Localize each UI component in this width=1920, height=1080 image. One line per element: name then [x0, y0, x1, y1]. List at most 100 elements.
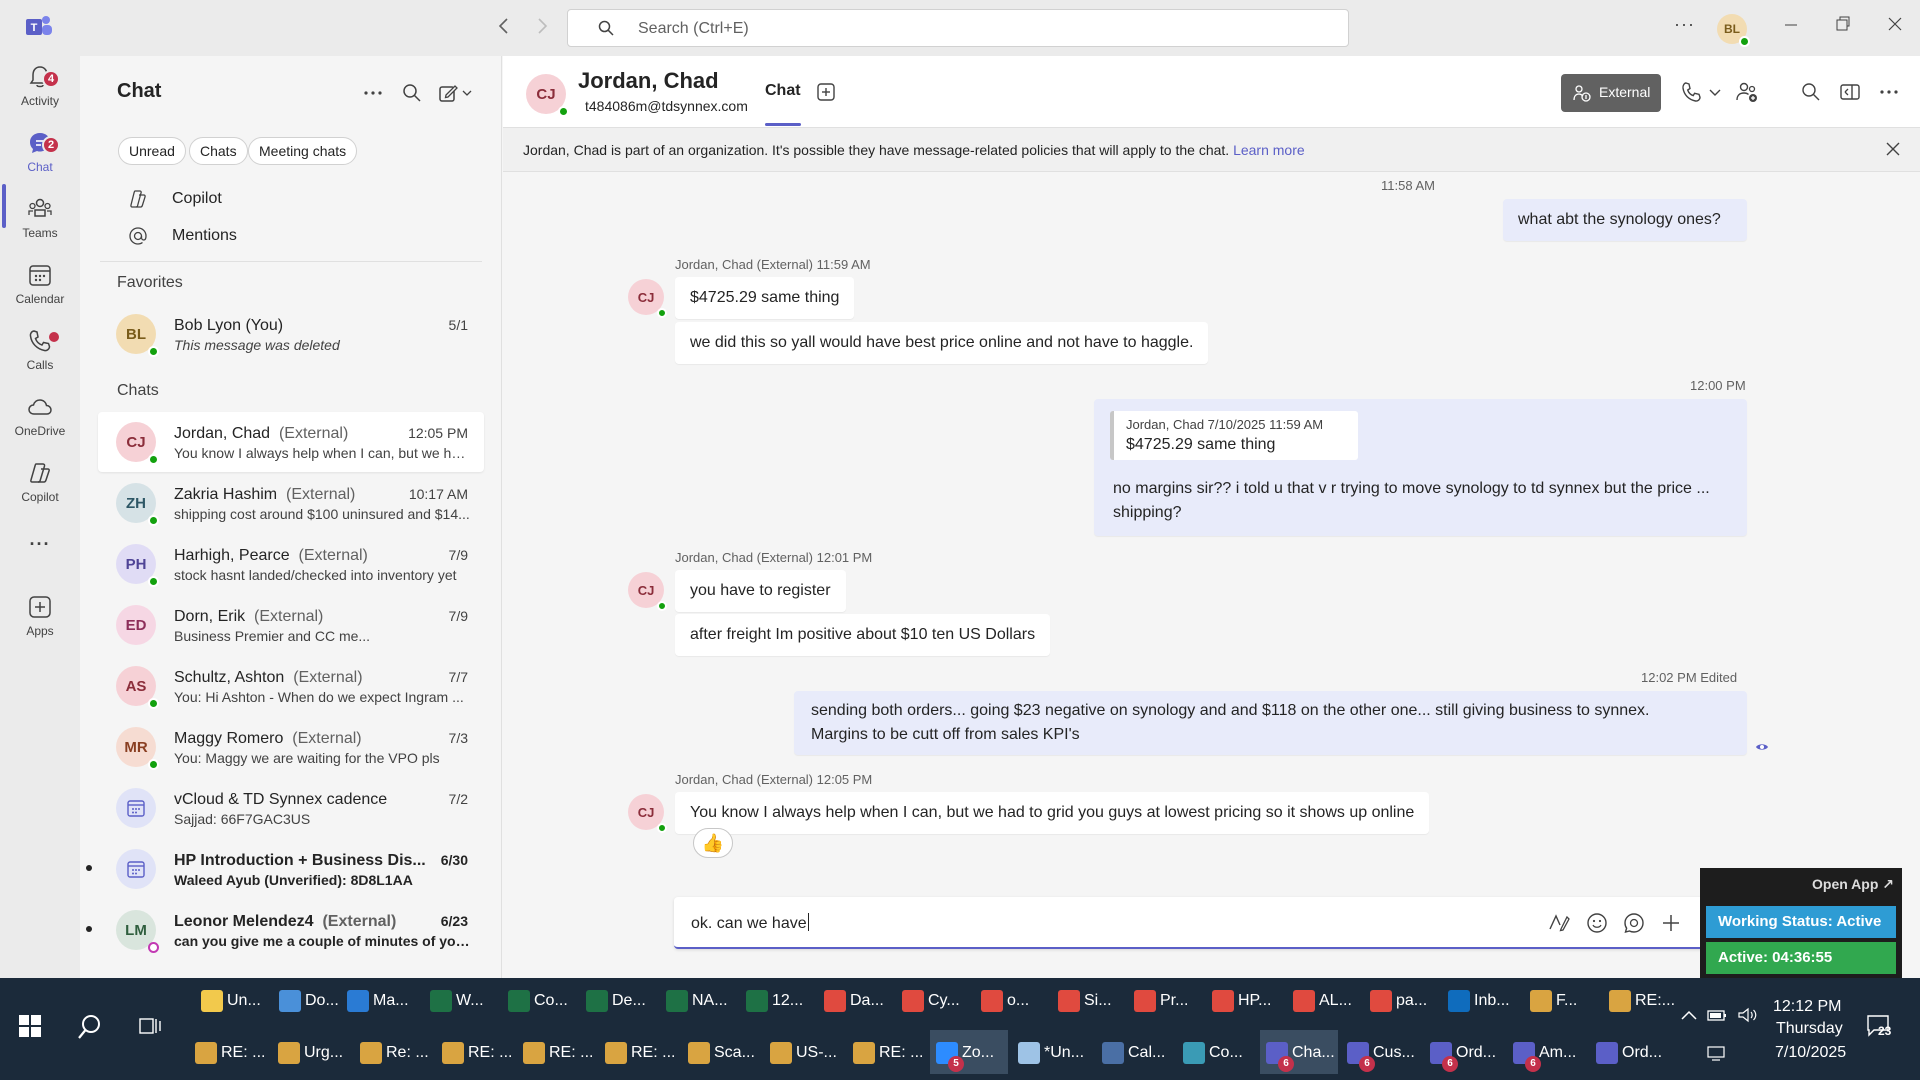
emoji-icon[interactable]	[1585, 911, 1609, 935]
more-options-icon[interactable]	[1877, 80, 1901, 104]
close-icon[interactable]	[1884, 140, 1902, 158]
taskbar-app-label: Ma...	[373, 992, 409, 1009]
received-message[interactable]: we did this so yall would have best pric…	[675, 322, 1209, 364]
notification-center-button[interactable]: 23	[1866, 1014, 1892, 1038]
more-apps-icon: ···	[29, 534, 51, 554]
windows-start-icon[interactable]	[18, 1014, 42, 1038]
chat-badge: 2	[42, 136, 60, 154]
rail-item-calendar[interactable]: Calendar	[0, 262, 80, 326]
tab-chat[interactable]: Chat	[765, 82, 801, 100]
filter-unread[interactable]: Unread	[118, 137, 186, 165]
back-button[interactable]	[497, 16, 511, 42]
chat-item-vcloud-cadence[interactable]: vCloud & TD Synnex cadence 7/2 Sajjad: 6…	[98, 778, 484, 838]
rail-item-activity[interactable]: Activity 4	[0, 64, 80, 128]
chevron-up-icon[interactable]	[1680, 1008, 1698, 1022]
rail-item-copilot[interactable]: Copilot	[0, 460, 80, 524]
received-message[interactable]: You know I always help when I can, but w…	[675, 792, 1430, 834]
app-icon	[195, 1042, 217, 1064]
taskbar-app-label: Inb...	[1474, 992, 1510, 1009]
rail-item-chat[interactable]: Chat 2	[0, 130, 80, 194]
banner-text: Jordan, Chad is part of an organization.…	[523, 142, 1305, 158]
filter-search-icon[interactable]	[401, 82, 423, 104]
add-tab-icon[interactable]	[816, 82, 836, 102]
taskbar-app-label: US-...	[796, 1044, 837, 1061]
my-message[interactable]: what abt the synology ones?	[1503, 199, 1747, 241]
chat-item-dorn-erik[interactable]: ED Dorn, Erik (External) 7/9 Business Pr…	[98, 595, 484, 655]
call-icon[interactable]	[1679, 80, 1703, 104]
my-message[interactable]	[794, 691, 1747, 755]
search-in-chat-icon[interactable]	[1799, 80, 1823, 104]
more-options-icon[interactable]	[362, 82, 384, 104]
chat-name-text: Jordan, Chad	[174, 425, 271, 442]
avatar: PH	[116, 544, 159, 587]
clock-time[interactable]: 12:12 PM	[1773, 998, 1841, 1016]
chat-item-hp-introduction[interactable]: HP Introduction + Business Dis... 6/30 W…	[86, 839, 484, 899]
taskbar-app-button[interactable]: Cha... 6	[1260, 1030, 1338, 1074]
composer-text[interactable]: ok. can we have	[691, 913, 809, 933]
taskbar-app-label: o...	[1007, 992, 1030, 1009]
taskbar-app-button[interactable]: Zo... 5	[930, 1030, 1008, 1074]
add-people-icon[interactable]	[1735, 80, 1759, 104]
chat-item-bob-lyon[interactable]: BL Bob Lyon (You) 5/1 This message was d…	[98, 304, 484, 364]
speaker-icon[interactable]	[1737, 1006, 1759, 1024]
favorites-section-title: Favorites	[117, 274, 183, 291]
chat-name-text: Schultz, Ashton	[174, 669, 285, 686]
received-message[interactable]: after freight Im positive about $10 ten …	[675, 614, 1051, 656]
rail-item-teams[interactable]: Teams	[0, 196, 80, 260]
filter-meeting-chats[interactable]: Meeting chats	[248, 137, 358, 165]
taskbar-badge-count: 6	[1278, 1056, 1294, 1072]
new-chat-icon[interactable]	[438, 82, 472, 104]
search-input[interactable]: Search (Ctrl+E)	[567, 9, 1349, 47]
open-app-link[interactable]: Open App ↗	[1812, 876, 1894, 893]
maximize-button[interactable]	[1836, 14, 1850, 39]
working-status-active[interactable]: Working Status: Active	[1706, 906, 1896, 938]
side-panel-icon[interactable]	[1838, 80, 1862, 104]
presence-available-icon	[657, 823, 667, 833]
app-icon	[1596, 1042, 1618, 1064]
chat-item-zakria-hashim[interactable]: ZH Zakria Hashim (External) 10:17 AM shi…	[98, 473, 484, 533]
chat-item-maggy-romero[interactable]: MR Maggy Romero (External) 7/3 You: Magg…	[98, 717, 484, 777]
chevron-down-icon[interactable]	[1708, 80, 1722, 104]
network-icon[interactable]	[1706, 1044, 1728, 1062]
rail-more-button[interactable]: ···	[0, 534, 80, 564]
contact-name[interactable]: Jordan, Chad	[578, 68, 719, 94]
taskbar-app-label: RE: ...	[879, 1044, 924, 1061]
chat-name: Bob Lyon (You)	[174, 317, 284, 334]
plus-box-icon	[29, 596, 51, 618]
taskbar-search-icon[interactable]	[76, 1013, 104, 1041]
plus-icon[interactable]	[1659, 911, 1683, 935]
filter-chats[interactable]: Chats	[189, 137, 248, 165]
chat-time: 5/1	[448, 317, 468, 333]
loop-component-icon[interactable]	[1622, 911, 1646, 935]
received-message[interactable]: you have to register	[675, 570, 846, 612]
taskbar-app-label: Cus...	[1373, 1044, 1415, 1061]
chat-item-jordan-chad[interactable]: CJ Jordan, Chad (External) 12:05 PM You …	[98, 412, 484, 472]
rail-item-apps[interactable]: Apps	[0, 594, 80, 658]
settings-more-button[interactable]: ···	[1674, 14, 1695, 35]
format-icon[interactable]	[1547, 911, 1571, 935]
external-tag: (External)	[286, 486, 356, 503]
message-composer[interactable]: ok. can we have	[674, 897, 1751, 949]
taskbar-app-label: Da...	[850, 992, 884, 1009]
chat-name: vCloud & TD Synnex cadence	[174, 791, 388, 808]
close-window-button[interactable]	[1888, 14, 1902, 39]
battery-icon[interactable]	[1706, 1006, 1728, 1024]
minimize-button[interactable]	[1784, 14, 1798, 39]
rail-item-calls[interactable]: Calls	[0, 328, 80, 392]
learn-more-link[interactable]: Learn more	[1233, 142, 1305, 158]
quoted-message[interactable]: Jordan, Chad 7/10/2025 11:59 AM $4725.29…	[1110, 411, 1358, 460]
chat-item-leonor-melendez[interactable]: LM Leonor Melendez4 (External) 6/23 can …	[86, 900, 484, 960]
chat-item-harhigh-pearce[interactable]: PH Harhigh, Pearce (External) 7/9 stock …	[98, 534, 484, 594]
contact-avatar[interactable]: CJ	[526, 74, 569, 117]
task-view-icon[interactable]	[138, 1014, 162, 1038]
thumbs-up-reaction[interactable]: 👍	[693, 828, 733, 858]
sender-initials: CJ	[637, 289, 655, 305]
rail-item-onedrive[interactable]: OneDrive	[0, 394, 80, 458]
avatar	[116, 849, 156, 889]
user-avatar[interactable]: BL	[1717, 14, 1750, 47]
external-button[interactable]: External	[1561, 74, 1661, 112]
chat-preview: Business Premier and CC me...	[174, 628, 371, 644]
forward-button[interactable]	[535, 16, 549, 42]
chat-item-schultz-ashton[interactable]: AS Schultz, Ashton (External) 7/7 You: H…	[98, 656, 484, 716]
received-message[interactable]: $4725.29 same thing	[675, 277, 855, 319]
